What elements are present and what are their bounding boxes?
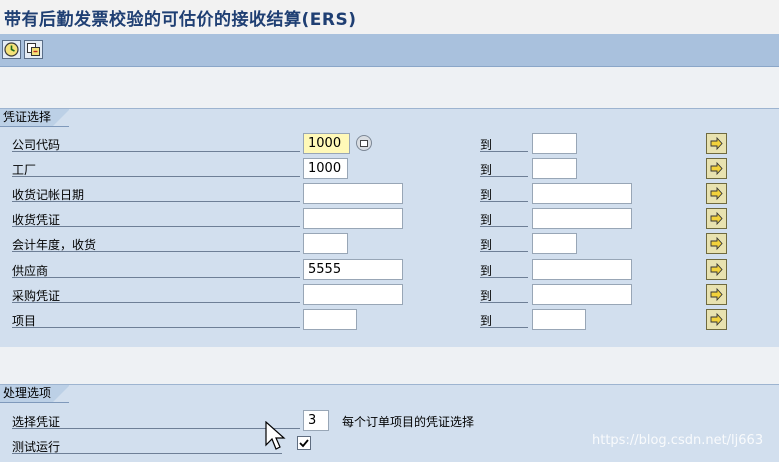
multiple-selection-button[interactable] [706, 183, 727, 204]
field-label: 工厂 [12, 161, 300, 177]
multiple-selection-button[interactable] [706, 208, 727, 229]
arrow-right-icon [710, 161, 723, 176]
value-help-icon[interactable] [356, 135, 372, 151]
arrow-right-icon [710, 211, 723, 226]
application-toolbar [0, 34, 779, 67]
spacer-band [0, 347, 779, 384]
multiple-selection-button[interactable] [706, 233, 727, 254]
item-from-input[interactable] [303, 309, 357, 330]
field-label: 供应商 [12, 262, 300, 278]
gr-document-from-input[interactable] [303, 208, 403, 229]
row-plant: 工厂 1000 到 [0, 156, 779, 180]
spacer-band [0, 67, 779, 108]
field-label: 采购凭证 [12, 287, 300, 303]
row-gr-posting-date: 收货记帐日期 到 [0, 181, 779, 205]
test-run-checkbox[interactable] [297, 436, 311, 450]
multiple-selection-button[interactable] [706, 309, 727, 330]
arrow-right-icon [710, 287, 723, 302]
arrow-right-icon [710, 136, 723, 151]
company-code-from-input[interactable]: 1000 [303, 133, 350, 154]
plant-from-input[interactable]: 1000 [303, 158, 348, 179]
page-title: 带有后勤发票校验的可估价的接收结算(ERS) [4, 10, 357, 30]
selection-section-header: 凭证选择 [0, 109, 71, 127]
multiple-selection-button[interactable] [706, 284, 727, 305]
checkmark-icon [299, 439, 309, 448]
field-label: 收货记帐日期 [12, 186, 300, 202]
field-label: 项目 [12, 312, 300, 328]
company-code-to-input[interactable] [532, 133, 577, 154]
doc-selection-input[interactable]: 3 [303, 410, 329, 431]
get-variant-icon [27, 43, 40, 56]
fiscal-year-to-input[interactable] [532, 233, 577, 254]
execute-clock-icon [4, 42, 19, 57]
multiple-selection-button[interactable] [706, 259, 727, 280]
arrow-right-icon [710, 236, 723, 251]
field-label: 会计年度，收货 [12, 236, 300, 252]
field-label: 选择凭证 [12, 413, 300, 429]
row-gr-document: 收货凭证 到 [0, 206, 779, 230]
selection-section: 凭证选择 公司代码 1000 到 工厂 1000 到 收货记帐日期 到 收货凭证… [0, 108, 779, 347]
to-label: 到 [480, 312, 528, 328]
field-label: 公司代码 [12, 136, 300, 152]
multiple-selection-button[interactable] [706, 133, 727, 154]
arrow-right-icon [710, 262, 723, 277]
vendor-from-input[interactable]: 5555 [303, 259, 403, 280]
gr-posting-date-to-input[interactable] [532, 183, 632, 204]
to-label: 到 [480, 186, 528, 202]
to-label: 到 [480, 211, 528, 227]
vendor-to-input[interactable] [532, 259, 632, 280]
plant-to-input[interactable] [532, 158, 577, 179]
doc-selection-note: 每个订单项目的凭证选择 [342, 415, 475, 429]
purchasing-document-to-input[interactable] [532, 284, 632, 305]
fiscal-year-from-input[interactable] [303, 233, 348, 254]
field-label: 收货凭证 [12, 211, 300, 227]
to-label: 到 [480, 287, 528, 303]
row-vendor: 供应商 5555 到 [0, 257, 779, 281]
row-purchasing-document: 采购凭证 到 [0, 282, 779, 306]
title-bar: 带有后勤发票校验的可估价的接收结算(ERS) [0, 0, 779, 34]
to-label: 到 [480, 236, 528, 252]
arrow-right-icon [710, 186, 723, 201]
item-to-input[interactable] [532, 309, 586, 330]
to-label: 到 [480, 161, 528, 177]
processing-section: 处理选项 选择凭证 3 每个订单项目的凭证选择 测试运行 [0, 384, 779, 462]
get-variant-button[interactable] [24, 40, 43, 59]
mouse-pointer-icon [265, 421, 286, 450]
field-label: 测试运行 [12, 438, 282, 454]
to-label: 到 [480, 136, 528, 152]
row-doc-selection: 选择凭证 3 每个订单项目的凭证选择 [0, 408, 779, 432]
row-company-code: 公司代码 1000 到 [0, 131, 779, 155]
execute-button[interactable] [2, 40, 21, 59]
gr-document-to-input[interactable] [532, 208, 632, 229]
purchasing-document-from-input[interactable] [303, 284, 403, 305]
to-label: 到 [480, 262, 528, 278]
row-item: 项目 到 [0, 307, 779, 331]
arrow-right-icon [710, 312, 723, 327]
gr-posting-date-from-input[interactable] [303, 183, 403, 204]
row-fiscal-year: 会计年度，收货 到 [0, 231, 779, 255]
processing-section-header: 处理选项 [0, 385, 71, 403]
multiple-selection-button[interactable] [706, 158, 727, 179]
watermark: https://blog.csdn.net/lj663 [592, 433, 764, 448]
